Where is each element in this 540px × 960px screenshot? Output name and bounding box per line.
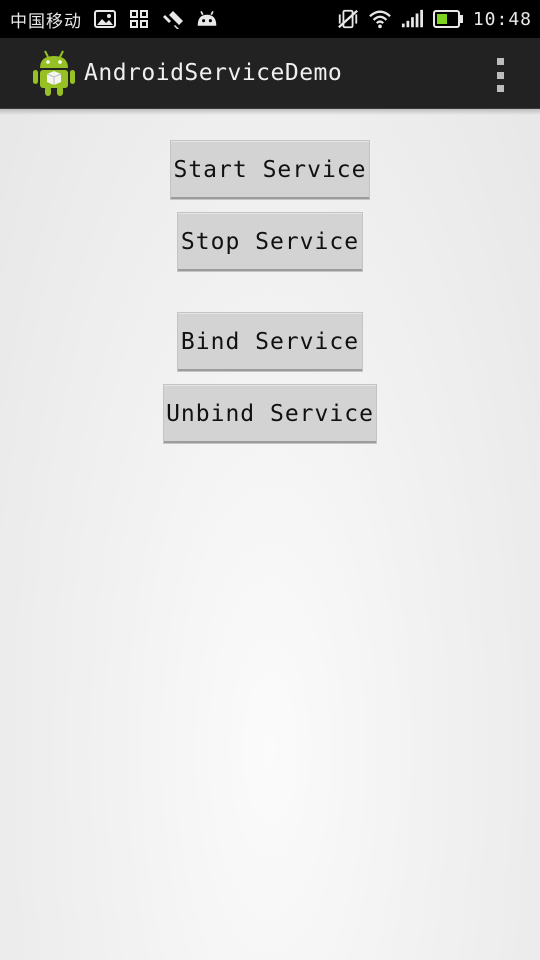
android-notification-icon xyxy=(196,8,218,30)
app-screen: 中国移动 10:48 AndroidServiceDemo Start Serv… xyxy=(0,0,540,960)
stop-service-button[interactable]: Stop Service xyxy=(178,213,362,271)
start-service-button[interactable]: Start Service xyxy=(171,141,369,199)
menu-dot xyxy=(496,58,504,65)
wifi-icon xyxy=(368,8,391,30)
status-bar: 中国移动 10:48 xyxy=(0,0,540,38)
gallery-icon xyxy=(94,8,116,30)
menu-dot xyxy=(496,71,504,79)
overflow-menu-icon[interactable] xyxy=(492,58,508,92)
action-bar: AndroidServiceDemo xyxy=(0,38,540,109)
menu-dot xyxy=(496,85,504,92)
clock: 10:48 xyxy=(472,8,532,30)
bind-service-button[interactable]: Bind Service xyxy=(178,313,362,371)
status-bar-left: 中国移动 xyxy=(10,7,218,32)
carrier-label: 中国移动 xyxy=(10,11,82,32)
unbind-service-button[interactable]: Unbind Service xyxy=(164,385,376,443)
android-robot-icon xyxy=(32,48,76,98)
battery-icon xyxy=(432,8,463,30)
status-bar-right: 10:48 xyxy=(337,8,532,30)
usb-debug-icon xyxy=(162,8,184,30)
app-title: AndroidServiceDemo xyxy=(84,60,343,86)
signal-icon xyxy=(401,8,423,30)
action-bar-shadow xyxy=(0,109,540,115)
qr-grid-icon xyxy=(128,8,150,30)
vibrate-off-icon xyxy=(337,8,359,30)
